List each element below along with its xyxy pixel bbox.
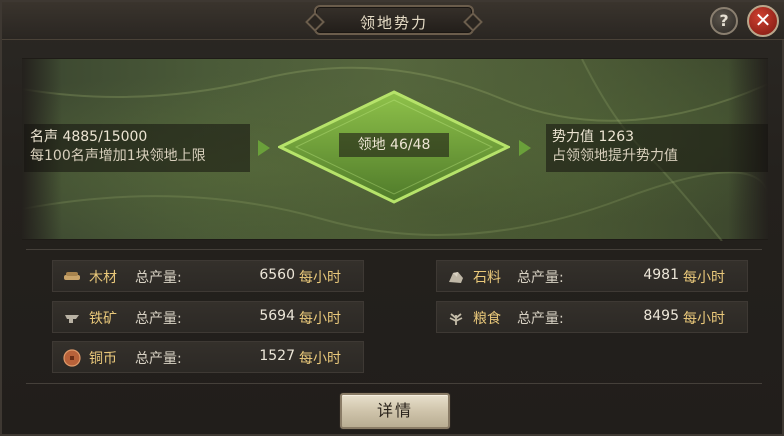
resource-row-grain: 粮食 总产量: 8495 每小时 [436, 301, 748, 333]
copper-coin-icon [63, 349, 81, 367]
resource-label: 总产量: [135, 311, 182, 327]
territory-count: 领地 46/48 [339, 133, 449, 157]
arrow-right-icon [519, 140, 531, 156]
resource-label: 总产量: [517, 270, 564, 286]
territory-power-window: 领地势力 ? ✕ 名声 4885/15000 每100名声增加1块领地上限 领地… [0, 0, 784, 436]
reputation-value: 名声 4885/15000 [30, 129, 148, 145]
resource-row-wood: 木材 总产量: 6560 每小时 [52, 260, 364, 292]
divider [26, 383, 762, 384]
resource-name: 木材 [89, 270, 117, 286]
resource-unit: 每小时 [299, 311, 341, 327]
arrow-right-icon [258, 140, 270, 156]
resource-unit: 每小时 [683, 270, 725, 286]
reputation-info: 名声 4885/15000 每100名声增加1块领地上限 [24, 124, 250, 172]
resource-unit: 每小时 [299, 351, 341, 367]
resource-value: 1527 [259, 348, 295, 364]
resource-row-copper: 铜币 总产量: 1527 每小时 [52, 341, 364, 373]
resource-value: 6560 [259, 267, 295, 283]
reputation-hint: 每100名声增加1块领地上限 [30, 148, 206, 164]
resource-row-iron: 铁矿 总产量: 5694 每小时 [52, 301, 364, 333]
power-hint: 占领领地提升势力值 [552, 148, 678, 164]
grain-icon [449, 313, 463, 325]
help-button[interactable]: ? [710, 7, 738, 35]
resource-value: 8495 [643, 308, 679, 324]
resource-value: 5694 [259, 308, 295, 324]
resource-name: 铁矿 [89, 311, 117, 327]
wood-icon [64, 272, 80, 280]
close-button[interactable]: ✕ [747, 5, 779, 37]
resource-label: 总产量: [517, 311, 564, 327]
power-info: 势力值 1263 占领领地提升势力值 [546, 124, 768, 172]
resource-label: 总产量: [135, 351, 182, 367]
divider [26, 249, 762, 250]
iron-icon [65, 315, 79, 323]
resource-name: 石料 [473, 270, 501, 286]
details-button[interactable]: 详情 [340, 393, 450, 429]
power-value: 势力值 1263 [552, 129, 635, 145]
resource-row-stone: 石料 总产量: 4981 每小时 [436, 260, 748, 292]
stone-icon [449, 272, 463, 283]
resource-name: 铜币 [89, 351, 117, 367]
resource-unit: 每小时 [299, 270, 341, 286]
title-plate: 领地势力 [314, 5, 474, 35]
window-title: 领地势力 [359, 14, 428, 32]
resource-name: 粮食 [473, 311, 501, 327]
resource-unit: 每小时 [683, 311, 725, 327]
resource-value: 4981 [643, 267, 679, 283]
resource-label: 总产量: [135, 270, 182, 286]
